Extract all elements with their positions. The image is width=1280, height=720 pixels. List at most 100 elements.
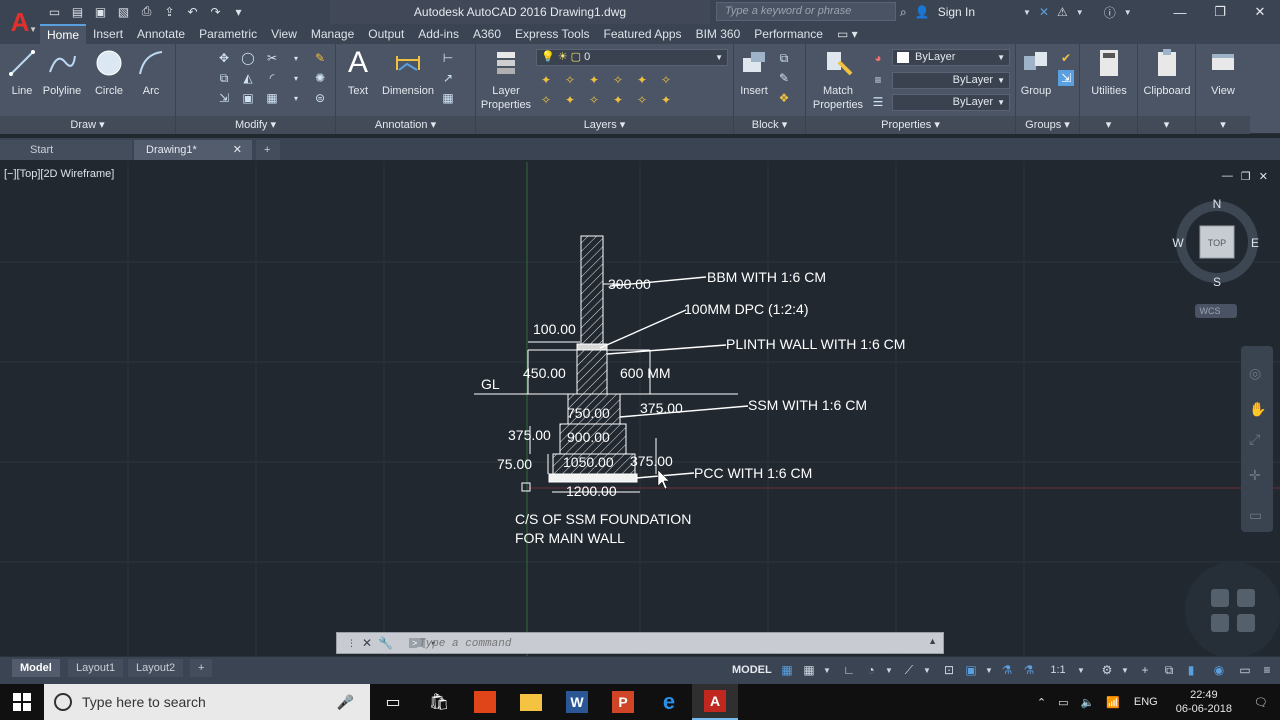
insert-button[interactable]: Insert [736, 46, 772, 98]
tab-home[interactable]: Home [40, 24, 87, 44]
chevron-down-icon[interactable]: ▼ [1023, 8, 1031, 17]
clock[interactable]: 22:49 06-06-2018 [1166, 688, 1242, 716]
polyline-button[interactable]: Polyline [40, 46, 84, 98]
layer-prev-icon[interactable]: ✧ [538, 92, 554, 108]
tab-express-tools[interactable]: Express Tools [508, 24, 596, 44]
compass-e[interactable]: E [1251, 236, 1259, 250]
hardware-accel-icon[interactable]: ▮ [1182, 661, 1200, 679]
steering-wheel-icon[interactable]: ◎ [1249, 365, 1261, 381]
isolate-objects-icon[interactable]: ⧉ [1160, 661, 1178, 679]
sign-in-button[interactable]: Sign In [938, 5, 975, 19]
view-button[interactable]: View [1198, 46, 1248, 98]
undo-icon[interactable]: ↶ [184, 3, 201, 20]
dropdown-icon[interactable]: ▾ [288, 70, 304, 86]
file-explorer-icon[interactable] [508, 684, 554, 720]
compass-w[interactable]: W [1172, 236, 1184, 250]
layer-dropdown[interactable]: 💡 ☀ ▢ 0 ▼ [536, 49, 728, 66]
command-history-icon[interactable]: ▲ [928, 636, 937, 646]
block-panel-title[interactable]: Block ▾ [734, 116, 805, 134]
layer-off-icon[interactable]: ✦ [586, 72, 602, 88]
open-file-icon[interactable]: ▤ [69, 3, 86, 20]
dropdown-icon[interactable]: ▾ [288, 50, 304, 66]
lineweight-dropdown[interactable]: ByLayer ▼ [892, 72, 1010, 89]
close-icon[interactable]: ✕ [362, 636, 372, 650]
help-icon[interactable]: ⓘ [1104, 4, 1116, 21]
color-wheel-icon[interactable]: ◕ [870, 50, 886, 66]
annotation-autoscale-icon[interactable]: ⚗ [1020, 661, 1038, 679]
polar-icon[interactable]: ◔ [862, 661, 880, 679]
chevron-down-icon[interactable]: ▼ [1116, 661, 1134, 679]
tab-annotate[interactable]: Annotate [130, 24, 192, 44]
erase-icon[interactable]: ✎ [312, 50, 328, 66]
compass-n[interactable]: N [1213, 197, 1222, 211]
group-edit-icon[interactable]: ✔ [1058, 50, 1074, 66]
save-icon[interactable]: ▣ [92, 3, 109, 20]
app-grid-button[interactable] [1185, 562, 1280, 656]
rotate-icon[interactable]: ◯ [240, 50, 256, 66]
edge-icon[interactable]: e [646, 684, 692, 720]
drag-handle-icon[interactable]: ⋮ [347, 638, 356, 649]
customization-menu-icon[interactable]: ≡ [1258, 661, 1276, 679]
linear-dim-icon[interactable]: ⊢ [440, 50, 456, 66]
compass-s[interactable]: S [1213, 275, 1221, 289]
layer-state-icon[interactable]: ✦ [538, 72, 554, 88]
start-tab[interactable]: Start [0, 140, 132, 160]
chevron-down-icon[interactable]: ▼ [1072, 661, 1090, 679]
osnap-icon[interactable]: ⊡ [940, 661, 958, 679]
attribute-icon[interactable]: ❖ [776, 90, 792, 106]
tab-manage[interactable]: Manage [304, 24, 361, 44]
autocad-taskbar-icon[interactable]: A [692, 684, 738, 720]
view-dropdown[interactable]: ▾ [1196, 116, 1250, 134]
utilities-button[interactable]: Utilities [1082, 46, 1136, 98]
layout-tab-model[interactable]: Model [12, 659, 60, 677]
arc-button[interactable]: Arc [132, 46, 170, 98]
tab-add-ins[interactable]: Add-ins [411, 24, 466, 44]
linetype-icon[interactable]: ☰ [870, 94, 886, 110]
utilities-dropdown[interactable]: ▾ [1080, 116, 1137, 134]
layer-unlock-icon[interactable]: ✦ [658, 92, 674, 108]
modify-panel-title[interactable]: Modify ▾ [176, 116, 335, 134]
layer-iso-icon[interactable]: ✧ [562, 72, 578, 88]
dimension-button[interactable]: Dimension [380, 46, 436, 98]
share-icon[interactable]: ⇪ [161, 3, 178, 20]
redo-icon[interactable]: ↷ [207, 3, 224, 20]
draw-panel-title[interactable]: Draw ▾ [0, 116, 175, 134]
properties-panel-title[interactable]: Properties ▾ [806, 116, 1015, 134]
user-icon[interactable]: 👤 [915, 5, 930, 19]
clipboard-button[interactable]: Clipboard [1140, 46, 1194, 98]
close-icon[interactable]: ✕ [1240, 0, 1280, 24]
model-space-button[interactable]: MODEL [728, 661, 776, 679]
minimize-icon[interactable]: — [1160, 0, 1200, 24]
drawing-canvas[interactable]: [−][Top][2D Wireframe] — ❐ ✕ BBM WITH 1:… [0, 162, 1280, 656]
layer-lock-icon[interactable]: ✦ [634, 72, 650, 88]
create-block-icon[interactable]: ⧉ [776, 50, 792, 66]
chevron-down-icon[interactable]: ▼ [880, 661, 898, 679]
save-as-icon[interactable]: ▧ [115, 3, 132, 20]
line-button[interactable]: Line [4, 46, 40, 98]
customize-icon[interactable]: 🔧 [378, 636, 393, 650]
object-snap-icon[interactable]: ▣ [962, 661, 980, 679]
chevron-down-icon[interactable]: ▼ [918, 661, 936, 679]
clean-screen-icon[interactable]: ◉ [1210, 661, 1228, 679]
edit-block-icon[interactable]: ✎ [776, 70, 792, 86]
language-indicator[interactable]: ENG [1126, 696, 1166, 708]
layer-walk-icon[interactable]: ✦ [562, 92, 578, 108]
scale-icon[interactable]: ▣ [240, 90, 256, 106]
showmotion-icon[interactable]: ▭ [1249, 507, 1262, 523]
layer-merge-icon[interactable]: ✧ [586, 92, 602, 108]
snap-toggle-icon[interactable]: ▦ [800, 661, 818, 679]
tab-insert[interactable]: Insert [86, 24, 130, 44]
groups-panel-title[interactable]: Groups ▾ [1016, 116, 1079, 134]
clipboard-dropdown[interactable]: ▾ [1138, 116, 1195, 134]
ribbon-options-icon[interactable]: ▭ ▾ [830, 24, 865, 44]
new-tab-button[interactable]: + [256, 140, 280, 160]
tab-performance[interactable]: Performance [747, 24, 830, 44]
tab-a360[interactable]: A360 [466, 24, 508, 44]
task-view-icon[interactable]: ▭ [370, 684, 416, 720]
notification-center-icon[interactable]: 🗨 [1242, 696, 1280, 709]
store-icon[interactable]: 🛍 [416, 684, 462, 720]
grid-toggle-icon[interactable]: ▦ [778, 661, 796, 679]
chevron-down-icon[interactable]: ▼ [1124, 8, 1132, 17]
match-properties-button[interactable]: Match Properties [810, 46, 866, 112]
zoom-extents-icon[interactable]: ⤢ [1249, 431, 1260, 447]
